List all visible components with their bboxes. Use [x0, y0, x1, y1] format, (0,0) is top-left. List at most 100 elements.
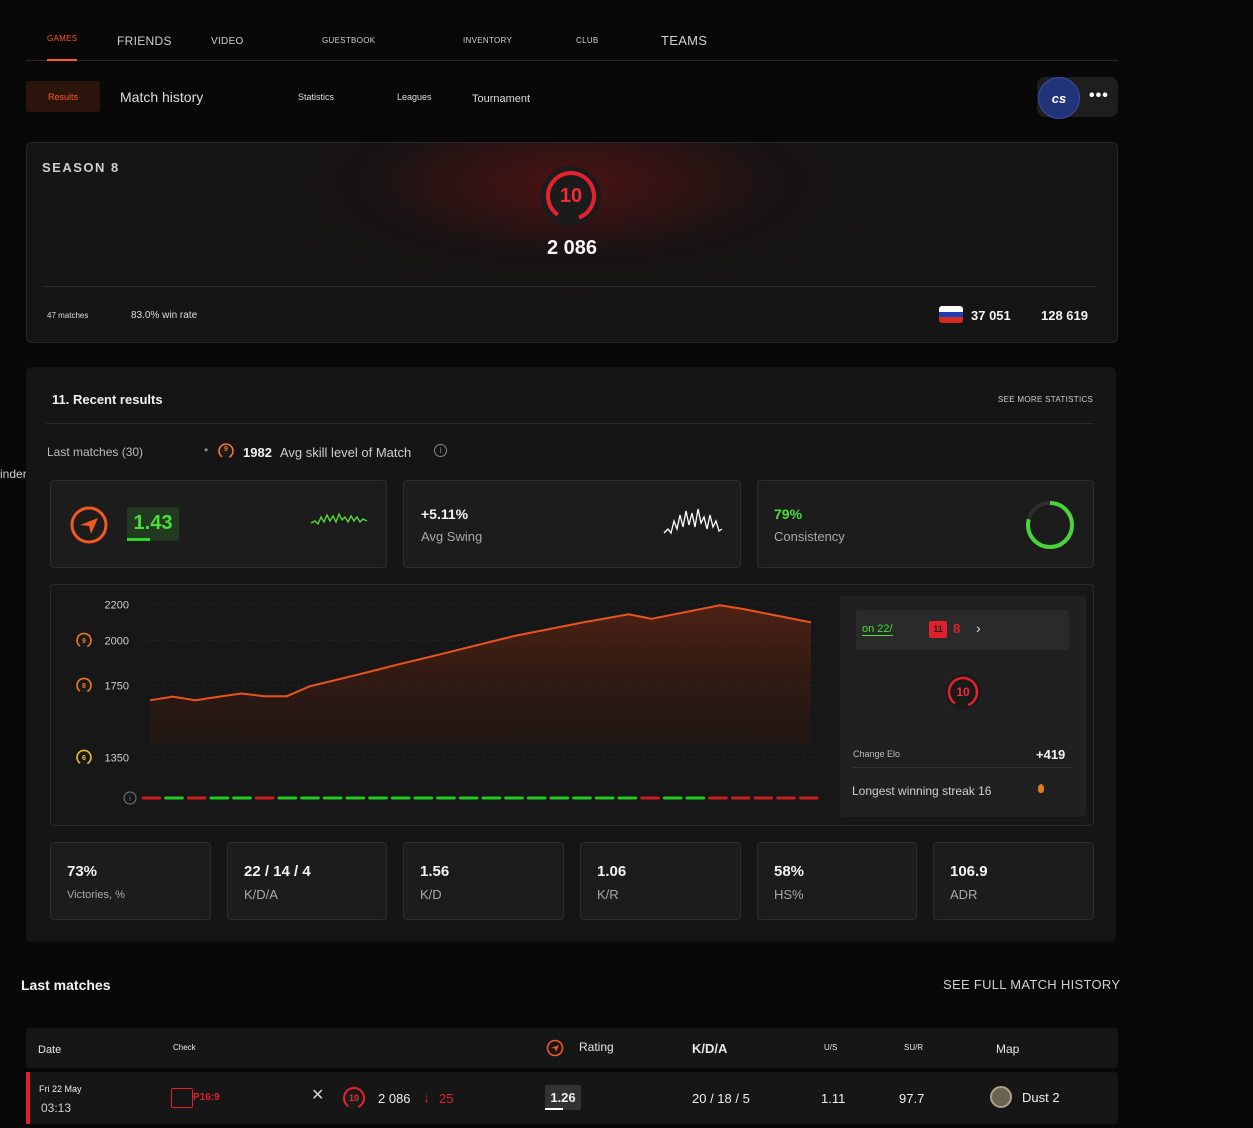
stat-card: 1.56 K/D [403, 842, 564, 920]
consistency-label: Consistency [774, 529, 845, 544]
flame-icon [1038, 784, 1044, 793]
info-icon[interactable]: i [434, 444, 447, 457]
map-dust2-icon [990, 1086, 1012, 1108]
see-full-match-history-link[interactable]: SEE FULL MATCH HISTORY [943, 977, 1120, 992]
tab-match-history[interactable]: Match history [120, 89, 203, 105]
rating-logo-icon [546, 1039, 564, 1057]
side-level-value: 10 [956, 685, 970, 699]
nav-guestbook[interactable]: GUESTBOOK [322, 36, 375, 45]
season-level-badge: 10 [540, 165, 602, 227]
avg-skill-label: Avg skill level of Match [280, 445, 412, 460]
chart-level-label: 8 [82, 683, 86, 690]
nav-video[interactable]: VIDEO [211, 36, 244, 47]
chart-y-tick-label: 2200 [105, 599, 129, 611]
nav-friends[interactable]: FRIENDS [117, 34, 172, 48]
season-divider [42, 286, 1095, 287]
rating-value: 1.43 [133, 512, 173, 534]
elo-side-panel: on 22/ 11 8 › 10 Change Elo +419 Longest… [840, 596, 1086, 817]
match-map: Dust 2 [1022, 1090, 1060, 1105]
since-label: on 22/ [862, 623, 893, 636]
avg-level-badge: 9 [217, 442, 235, 460]
side-divider [853, 767, 1071, 768]
game-logo-avatar[interactable]: cs [1038, 77, 1080, 119]
chevron-right-icon[interactable]: › [976, 620, 981, 636]
col-us[interactable]: U/S [824, 1043, 837, 1052]
consistency-ring-icon [1026, 501, 1074, 549]
season-level-value: 10 [559, 185, 583, 207]
stat-value: 1.06 [597, 863, 627, 880]
stat-label: HS% [774, 887, 804, 902]
arrow-down-icon: ↓ [423, 1090, 430, 1105]
nav-inventory[interactable]: INVENTORY [463, 36, 512, 45]
stat-label: K/D [420, 887, 442, 902]
stat-label: K/R [597, 887, 619, 902]
tab-leagues[interactable]: Leagues [397, 92, 432, 102]
chart-y-tick-label: 1350 [105, 752, 129, 764]
tab-tournament[interactable]: Tournament [472, 93, 530, 105]
stat-value: 22 / 14 / 4 [244, 863, 311, 880]
matches-table-header: Date Check Rating K/D/A U/S SU/R Map [26, 1028, 1118, 1068]
last-matches-label: Last matches (30) [47, 445, 144, 459]
winning-streak-label: Longest winning streak 16 [852, 784, 992, 798]
since-selector[interactable]: on 22/ 11 8 › [856, 610, 1069, 650]
country-rank[interactable]: 37 051 [971, 308, 1011, 323]
recent-results-panel: 11. Recent results SEE MORE STATISTICS L… [26, 367, 1116, 942]
svg-text:i: i [129, 794, 131, 803]
rating-value-box: 1.43 [127, 507, 179, 541]
col-date[interactable]: Date [38, 1044, 61, 1056]
recent-title: 11. Recent results [52, 392, 163, 407]
match-elo: 2 086 [378, 1091, 411, 1106]
rating-logo-icon [70, 506, 108, 544]
side-level-badge: 10 [944, 673, 982, 711]
see-more-statistics-link[interactable]: SEE MORE STATISTICS [998, 395, 1093, 404]
chart-y-tick-label: 2000 [105, 635, 129, 647]
nav-club[interactable]: CLUB [576, 36, 599, 45]
change-elo-label: Change Elo [853, 749, 901, 759]
match-kda: 20 / 18 / 5 [692, 1091, 750, 1106]
stat-card: 22 / 14 / 4 K/D/A [227, 842, 387, 920]
match-level-value: 10 [348, 1093, 359, 1103]
consistency-card: 79% Consistency [757, 480, 1094, 568]
stat-value: 73% [67, 863, 98, 880]
nav-games[interactable]: GAMES [47, 34, 78, 61]
nav-teams[interactable]: TEAMS [661, 33, 707, 48]
season-elo: 2 086 [546, 237, 598, 259]
stat-label: ADR [950, 887, 978, 902]
match-rating-bar [545, 1108, 563, 1110]
consistency-value: 79% [774, 506, 803, 522]
more-menu-icon[interactable]: ••• [1089, 87, 1109, 105]
match-date: Fri 22 May [39, 1084, 82, 1094]
col-kda[interactable]: K/D/A [692, 1041, 727, 1056]
season-win-rate: 83.0% win rate [131, 310, 198, 321]
avg-skill-value: 1982 [243, 445, 272, 460]
stat-value: 106.9 [950, 863, 988, 880]
rating-sparkline-icon [310, 512, 368, 526]
crossed-swords-icon: ✕ [311, 1087, 325, 1104]
table-row[interactable]: Fri 22 May 03:13 P16:9 ✕ 10 2 086 ↓ 25 1… [26, 1072, 1118, 1124]
tab-statistics[interactable]: Statistics [298, 92, 334, 102]
elo-area [150, 605, 811, 745]
col-map[interactable]: Map [996, 1042, 1019, 1056]
chart-level-label: 6 [82, 755, 86, 762]
check-box-icon[interactable] [171, 1088, 193, 1108]
avg-level-value: 9 [224, 446, 228, 453]
mini-level-value: 8 [953, 621, 961, 636]
match-rating: 1.26 [550, 1090, 576, 1105]
profile-pill[interactable]: cs ••• [1037, 77, 1118, 119]
season-title: SEASON 8 [42, 160, 120, 175]
russia-flag-icon [939, 306, 963, 323]
world-rank[interactable]: 128 619 [1041, 308, 1088, 323]
stat-card: 106.9 ADR [933, 842, 1094, 920]
col-sur[interactable]: SU/R [904, 1043, 923, 1052]
stat-label: Victories, % [67, 889, 125, 901]
col-check[interactable]: Check [173, 1043, 196, 1052]
col-rating[interactable]: Rating [579, 1040, 614, 1054]
swing-sparkline-icon [663, 508, 723, 535]
match-time: 03:13 [41, 1101, 72, 1115]
season-panel: SEASON 8 10 2 086 47 matches 83.0% win r… [26, 142, 1118, 343]
tab-results[interactable]: Results [26, 81, 100, 112]
loss-indicator [26, 1072, 30, 1124]
change-elo-value: +419 [1036, 747, 1066, 762]
recent-divider [46, 423, 1094, 424]
rating-progress-bar [127, 538, 151, 541]
